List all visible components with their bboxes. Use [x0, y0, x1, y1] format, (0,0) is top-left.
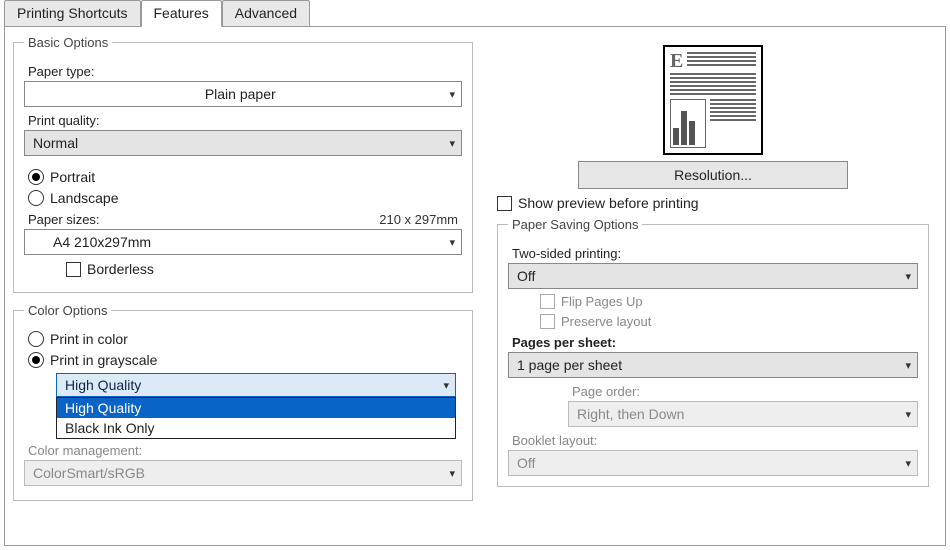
radio-icon	[28, 169, 44, 185]
two-sided-label: Two-sided printing:	[512, 246, 918, 261]
chevron-down-icon: ▾	[449, 467, 455, 480]
orientation-portrait-radio[interactable]: Portrait	[28, 169, 462, 185]
color-options-legend: Color Options	[24, 303, 111, 318]
chevron-down-icon: ▾	[905, 457, 911, 470]
radio-icon	[28, 352, 44, 368]
print-in-grayscale-label: Print in grayscale	[50, 352, 157, 368]
booklet-layout-value: Off	[517, 455, 535, 471]
show-preview-checkbox[interactable]: Show preview before printing	[497, 195, 929, 211]
paper-size-value: A4 210x297mm	[53, 234, 151, 250]
features-panel: Basic Options Paper type: Plain paper ▾ …	[4, 26, 946, 546]
color-management-label: Color management:	[28, 443, 462, 458]
checkbox-icon	[497, 196, 512, 211]
paper-dimensions: 210 x 297mm	[379, 212, 458, 227]
grayscale-quality-value: High Quality	[65, 377, 141, 393]
chevron-down-icon: ▾	[905, 408, 911, 421]
chevron-down-icon: ▾	[905, 270, 911, 283]
chevron-down-icon: ▾	[443, 379, 449, 392]
color-options-group: Color Options Print in color Print in gr…	[13, 303, 473, 501]
paper-sizes-label: Paper sizes:	[28, 212, 100, 227]
two-sided-value: Off	[517, 268, 535, 284]
show-preview-label: Show preview before printing	[518, 195, 699, 211]
print-in-color-radio[interactable]: Print in color	[28, 331, 462, 347]
chevron-down-icon: ▾	[449, 137, 455, 150]
two-sided-select[interactable]: Off ▾	[508, 263, 918, 289]
chevron-down-icon: ▾	[905, 359, 911, 372]
paper-saving-legend: Paper Saving Options	[508, 217, 642, 232]
basic-options-group: Basic Options Paper type: Plain paper ▾ …	[13, 35, 473, 293]
resolution-button[interactable]: Resolution...	[578, 161, 848, 189]
borderless-checkbox[interactable]: Borderless	[66, 261, 462, 277]
booklet-layout-label: Booklet layout:	[512, 433, 918, 448]
print-quality-label: Print quality:	[28, 113, 462, 128]
orientation-landscape-label: Landscape	[50, 190, 119, 206]
page-order-label: Page order:	[572, 384, 918, 399]
page-order-select: Right, then Down ▾	[568, 401, 918, 427]
checkbox-icon	[540, 314, 555, 329]
pages-per-sheet-label: Pages per sheet:	[512, 335, 918, 350]
color-management-select: ColorSmart/sRGB ▾	[24, 460, 462, 486]
print-quality-value: Normal	[33, 135, 78, 151]
grayscale-quality-dropdown: High Quality Black Ink Only	[56, 397, 456, 439]
paper-type-select[interactable]: Plain paper ▾	[24, 81, 462, 107]
print-in-color-label: Print in color	[50, 331, 128, 347]
paper-saving-group: Paper Saving Options Two-sided printing:…	[497, 217, 929, 487]
chevron-down-icon: ▾	[449, 236, 455, 249]
radio-icon	[28, 190, 44, 206]
tab-advanced[interactable]: Advanced	[222, 0, 310, 27]
preserve-layout-checkbox[interactable]: Preserve layout	[540, 314, 918, 329]
grayscale-quality-select[interactable]: High Quality ▾ High Quality Black Ink On…	[56, 373, 456, 397]
grayscale-option-black-ink-only[interactable]: Black Ink Only	[57, 418, 455, 438]
print-in-grayscale-radio[interactable]: Print in grayscale	[28, 352, 462, 368]
checkbox-icon	[540, 294, 555, 309]
grayscale-option-high-quality[interactable]: High Quality	[57, 398, 455, 418]
pages-per-sheet-select[interactable]: 1 page per sheet ▾	[508, 352, 918, 378]
preserve-layout-label: Preserve layout	[561, 314, 651, 329]
radio-icon	[28, 331, 44, 347]
paper-type-value: Plain paper	[205, 86, 276, 102]
print-quality-select[interactable]: Normal ▾	[24, 130, 462, 156]
pages-per-sheet-value: 1 page per sheet	[517, 357, 622, 373]
tab-bar: Printing Shortcuts Features Advanced	[0, 0, 950, 26]
tab-features[interactable]: Features	[141, 0, 222, 27]
flip-pages-up-label: Flip Pages Up	[561, 294, 643, 309]
borderless-label: Borderless	[87, 261, 154, 277]
paper-size-select[interactable]: A4 210x297mm ▾	[24, 229, 462, 255]
booklet-layout-select: Off ▾	[508, 450, 918, 476]
orientation-landscape-radio[interactable]: Landscape	[28, 190, 462, 206]
color-management-value: ColorSmart/sRGB	[33, 465, 145, 481]
checkbox-icon	[66, 262, 81, 277]
paper-type-label: Paper type:	[28, 64, 462, 79]
basic-options-legend: Basic Options	[24, 35, 112, 50]
chevron-down-icon: ▾	[449, 88, 455, 101]
page-preview-icon: E	[663, 45, 763, 155]
flip-pages-up-checkbox[interactable]: Flip Pages Up	[540, 294, 918, 309]
tab-printing-shortcuts[interactable]: Printing Shortcuts	[4, 0, 141, 27]
page-order-value: Right, then Down	[577, 406, 684, 422]
orientation-portrait-label: Portrait	[50, 169, 95, 185]
